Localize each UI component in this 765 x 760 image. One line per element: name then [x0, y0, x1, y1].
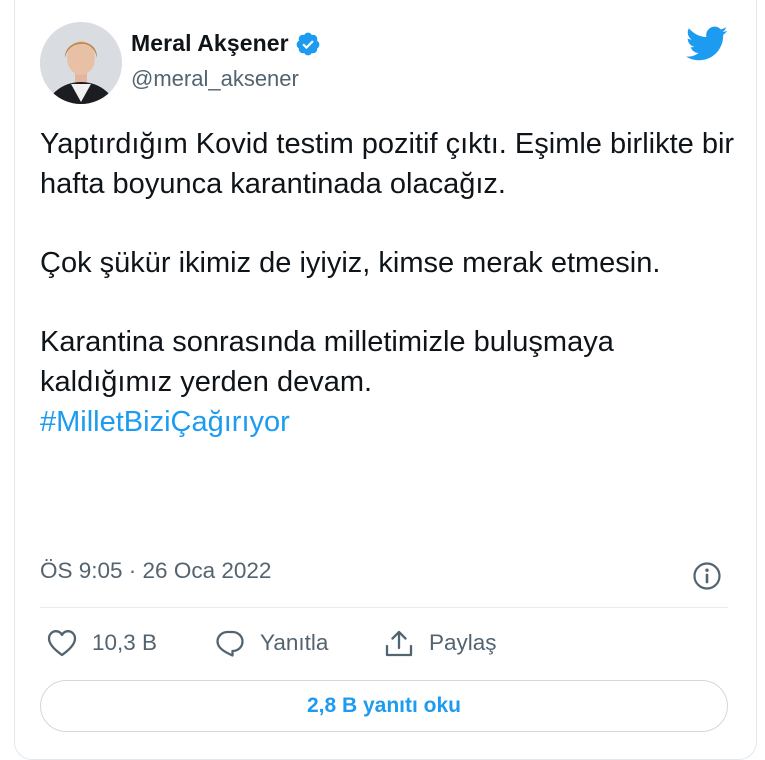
hashtag-link[interactable]: #MilletBiziÇağırıyor: [40, 406, 290, 438]
tweet-paragraph: Karantina sonrasında milletimizle buluşm…: [40, 322, 740, 442]
read-replies-button[interactable]: 2,8 B yanıtı oku: [40, 680, 728, 732]
author-row: Meral Akşener: [131, 30, 321, 57]
verified-badge-icon: [296, 32, 320, 55]
avatar[interactable]: [40, 22, 122, 104]
like-button[interactable]: 10,3 B: [46, 628, 157, 658]
share-label: Paylaş: [429, 630, 497, 655]
info-icon[interactable]: [691, 560, 723, 592]
tweet-timestamp[interactable]: ÖS 9:05 · 26 Oca 2022: [40, 558, 271, 584]
divider: [40, 607, 728, 608]
share-button[interactable]: Paylaş: [383, 628, 497, 658]
twitter-bird-icon[interactable]: [686, 26, 728, 62]
heart-icon: [47, 630, 77, 657]
tweet-paragraph-text: Karantina sonrasında milletimizle buluşm…: [40, 326, 614, 398]
speech-bubble-icon: [216, 630, 244, 657]
tweet-text: Yaptırdığım Kovid testim pozitif çıktı. …: [40, 124, 740, 442]
author-handle[interactable]: @meral_aksener: [131, 66, 299, 92]
tweet-paragraph: Çok şükür ikimiz de iyiyiz, kimse merak …: [40, 247, 661, 279]
reply-button[interactable]: Yanıtla: [214, 628, 328, 658]
author-name[interactable]: Meral Akşener: [131, 30, 289, 57]
tweet-paragraph: Yaptırdığım Kovid testim pozitif çıktı. …: [40, 128, 735, 200]
like-count: 10,3 B: [92, 630, 158, 655]
share-icon: [385, 630, 413, 657]
read-replies-label: 2,8 B yanıtı oku: [306, 694, 462, 717]
reply-label: Yanıtla: [260, 630, 329, 655]
